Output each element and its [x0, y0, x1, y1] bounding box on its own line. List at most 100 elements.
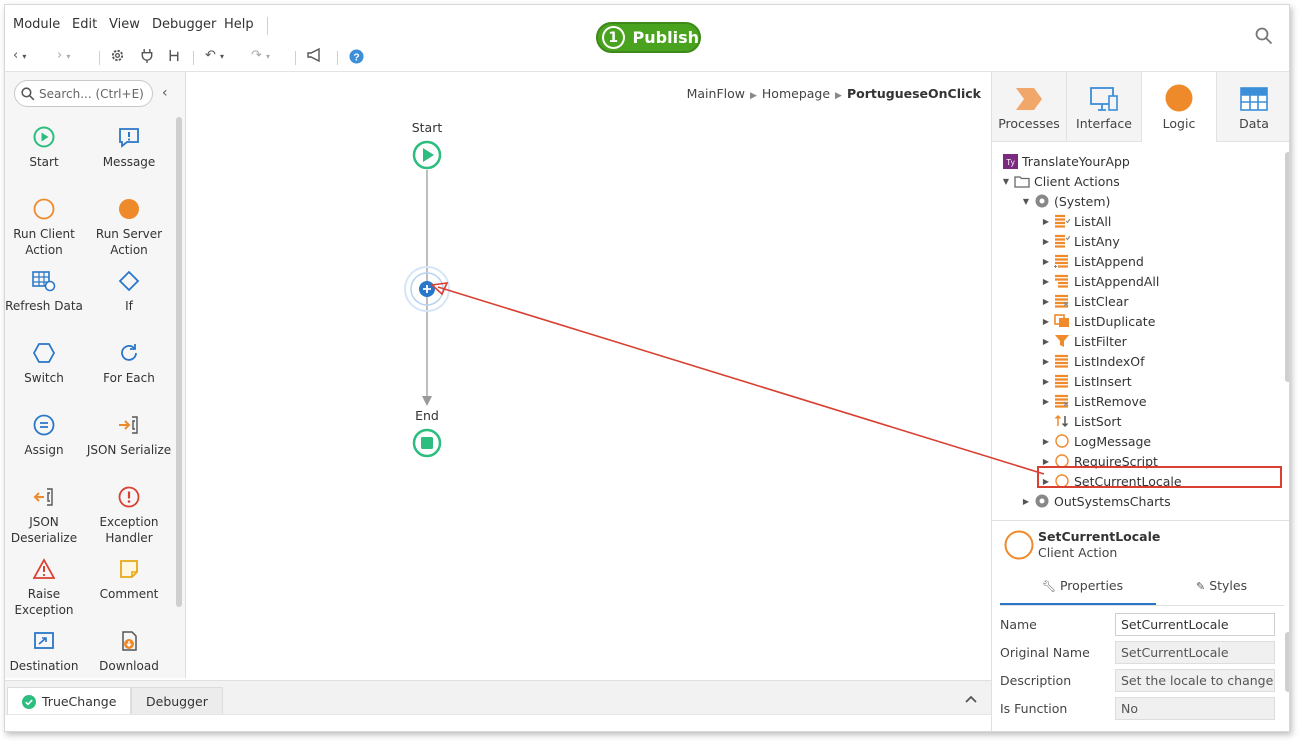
tool-label: Refresh Data: [5, 299, 83, 313]
tab-label: Interface: [1076, 116, 1132, 131]
search-icon[interactable]: [1255, 27, 1273, 48]
processes-icon: [1016, 88, 1042, 110]
tab-truechange[interactable]: TrueChange: [7, 687, 132, 715]
tree-item-label: Client Actions: [1034, 173, 1120, 189]
right-panel: Processes Interface Logic Data Ty Transl…: [991, 72, 1289, 731]
tree-action-listclear[interactable]: ▶ ListClear: [1040, 291, 1129, 311]
gear-icon[interactable]: [110, 48, 125, 67]
tree-action-listappendall[interactable]: ▶ ListAppendAll: [1040, 271, 1159, 291]
tool-exception-handler[interactable]: Exception Handler: [86, 484, 172, 546]
tool-json-serialize[interactable]: JSON Serialize: [86, 412, 172, 458]
wrench-icon: 🔧︎: [1042, 580, 1056, 593]
toolbox-scrollbar[interactable]: [176, 117, 182, 607]
tool-refresh-data[interactable]: Refresh Data: [5, 268, 87, 314]
tool-run-client-action[interactable]: Run Client Action: [5, 196, 87, 258]
name-field[interactable]: SetCurrentLocale: [1115, 613, 1275, 636]
menu-debugger[interactable]: Debugger: [152, 17, 216, 32]
help-icon[interactable]: ?: [349, 49, 364, 68]
selected-element-name: SetCurrentLocale: [1038, 529, 1161, 544]
description-field[interactable]: Set the locale to change ...: [1115, 669, 1275, 692]
menu-help[interactable]: Help: [224, 17, 254, 32]
original-name-field: SetCurrentLocale: [1115, 641, 1275, 664]
start-icon: [33, 126, 55, 148]
forward-icon[interactable]: › ▾: [57, 48, 70, 63]
tool-download[interactable]: Download: [86, 628, 172, 674]
tree-action-listany[interactable]: ▶ ListAny: [1040, 231, 1120, 251]
tree-item-system[interactable]: ▼ (System): [1020, 191, 1110, 211]
tool-destination[interactable]: Destination: [5, 628, 87, 674]
tool-start[interactable]: Start: [5, 124, 87, 170]
tree-item-outsystemscharts[interactable]: ▶ OutSystemsCharts: [1020, 491, 1171, 511]
tool-raise-exception[interactable]: Raise Exception: [5, 556, 87, 618]
tree-item-label: OutSystemsCharts: [1054, 493, 1171, 509]
toolbar-divider: [99, 51, 100, 65]
tool-for-each[interactable]: For Each: [86, 340, 172, 386]
merge-icon[interactable]: [167, 48, 181, 67]
menu-edit[interactable]: Edit: [72, 17, 97, 32]
collapse-panel-icon[interactable]: ‹: [162, 85, 168, 101]
start-node[interactable]: [412, 140, 442, 170]
property-label: Name: [1000, 617, 1037, 632]
tree-action-listindexof[interactable]: ▶ ListIndexOf: [1040, 351, 1145, 371]
tab-styles[interactable]: ✎ Styles: [1196, 578, 1247, 593]
flow-canvas[interactable]: MainFlow ▶ Homepage ▶ PortugueseOnClick Star…: [187, 72, 991, 678]
tool-label: For Each: [103, 371, 155, 385]
brush-icon: ✎: [1196, 580, 1206, 593]
logic-icon: [1165, 84, 1193, 112]
tree-action-listall[interactable]: ▶ ListAll: [1040, 211, 1111, 231]
tool-json-deserialize[interactable]: JSON Deserialize: [5, 484, 87, 546]
toolbar-divider: [295, 51, 296, 65]
tool-switch[interactable]: Switch: [5, 340, 87, 386]
tool-if[interactable]: If: [86, 268, 172, 314]
tab-label: Debugger: [146, 694, 208, 709]
tab-data[interactable]: Data: [1217, 72, 1289, 142]
tree-action-logmessage[interactable]: ▶ LogMessage: [1040, 431, 1151, 451]
drop-target-node[interactable]: [404, 266, 450, 312]
end-node-label: End: [415, 408, 439, 423]
loop-icon: [121, 344, 137, 361]
tab-processes[interactable]: Processes: [992, 72, 1067, 142]
tree-action-listinsert[interactable]: ▶ ListInsert: [1040, 371, 1132, 391]
tab-interface[interactable]: Interface: [1067, 72, 1142, 142]
tree-item-client-actions[interactable]: ▼ Client Actions: [1000, 171, 1120, 191]
tree-scrollbar[interactable]: [1285, 152, 1289, 382]
tree-action-listappend[interactable]: ▶ ListAppend: [1040, 251, 1144, 271]
menu-module[interactable]: Module: [13, 17, 60, 32]
menu-view[interactable]: View: [109, 17, 140, 32]
tree-item-label: TranslateYourApp: [1022, 153, 1130, 169]
back-icon[interactable]: ‹ ▾: [13, 48, 26, 63]
list-action-icon: [1054, 213, 1070, 229]
tool-label: Run Server Action: [95, 227, 163, 257]
app-icon: Ty: [1002, 153, 1018, 169]
end-node[interactable]: [412, 428, 442, 458]
redo-icon[interactable]: ↷ ▾: [251, 48, 270, 63]
properties-scrollbar[interactable]: [1285, 632, 1289, 692]
plug-icon[interactable]: [140, 48, 154, 67]
tree-action-listduplicate[interactable]: ▶ ListDuplicate: [1040, 311, 1155, 331]
toolbox-search-input[interactable]: Search... (Ctrl+E): [14, 80, 153, 107]
tree-action-listfilter[interactable]: ▶ ListFilter: [1040, 331, 1127, 351]
tree-action-listremove[interactable]: ▶ ListRemove: [1040, 391, 1147, 411]
tool-comment[interactable]: Comment: [86, 556, 172, 602]
tab-properties[interactable]: 🔧︎ Properties: [1042, 578, 1123, 593]
toolbox-search-placeholder: Search... (Ctrl+E): [39, 86, 144, 101]
expand-arrow-icon[interactable]: ▼: [1020, 197, 1032, 206]
json-serialize-icon: [119, 416, 138, 434]
tool-label: JSON Deserialize: [10, 515, 78, 545]
tool-run-server-action[interactable]: Run Server Action: [86, 196, 172, 258]
chevron-up-icon[interactable]: [965, 691, 977, 707]
toolbox-panel: Search... (Ctrl+E) ‹ Start Message Run C…: [5, 72, 186, 678]
undo-icon[interactable]: ↶ ▾: [205, 48, 224, 63]
assign-icon: [33, 414, 55, 436]
publish-button[interactable]: 1 Publish: [596, 22, 701, 53]
warning-icon: [33, 558, 55, 579]
tree-action-listsort[interactable]: ▶ListSort: [1040, 411, 1121, 431]
tree-item-app[interactable]: Ty TranslateYourApp: [1000, 151, 1130, 171]
tool-message[interactable]: Message: [86, 124, 172, 170]
expand-arrow-icon[interactable]: ▼: [1000, 177, 1012, 186]
tool-assign[interactable]: Assign: [5, 412, 87, 458]
expand-arrow-icon[interactable]: ▶: [1020, 497, 1032, 506]
tab-logic[interactable]: Logic: [1142, 72, 1217, 142]
announce-icon[interactable]: [307, 47, 323, 66]
tab-debugger[interactable]: Debugger: [131, 687, 223, 715]
